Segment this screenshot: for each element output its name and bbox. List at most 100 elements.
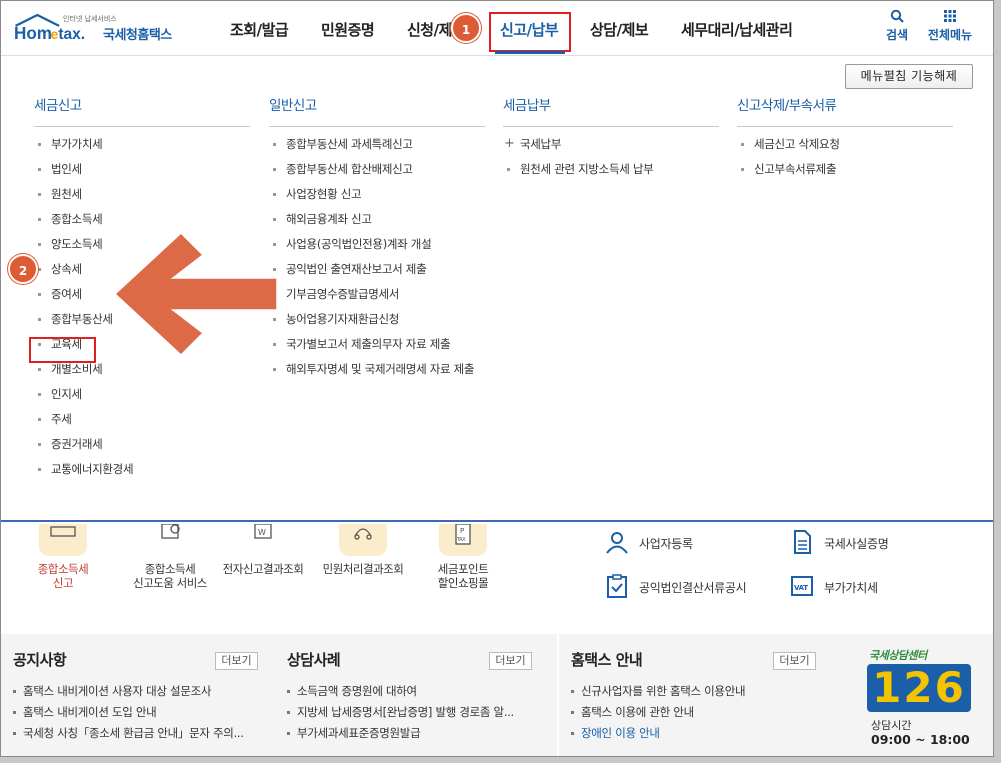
link-label: 사업자등록 xyxy=(639,537,693,551)
header: Hom e tax. 인터넷 납세서비스 국세청홈택스 조회/발급 민원증명 신… xyxy=(1,1,993,56)
all-menu-label: 전체메뉴 xyxy=(927,28,973,42)
menu-item-overseas-account-report[interactable]: 해외금융계좌 신고 xyxy=(269,212,485,237)
quick-income-tax-filing[interactable]: 종합소득세 신고 xyxy=(13,524,113,590)
headset-icon xyxy=(339,524,387,556)
menu-item-local-income-tax-payment[interactable]: 원천세 관련 지방소득세 납부 xyxy=(503,162,719,187)
notice-item[interactable]: 홈택스 내비게이션 도입 안내 xyxy=(13,705,244,726)
search-label: 검색 xyxy=(885,28,909,42)
menu-item-withholding-tax[interactable]: 원천세 xyxy=(34,187,250,212)
svg-text:P: P xyxy=(460,527,464,535)
svg-text:e: e xyxy=(51,26,59,42)
hours-value: 09:00 ~ 18:00 xyxy=(871,732,970,747)
svg-text:Hom: Hom xyxy=(14,24,52,43)
menu-item-corporate-tax[interactable]: 법인세 xyxy=(34,162,250,187)
hometax-logo[interactable]: Hom e tax. 인터넷 납세서비스 국세청홈택스 xyxy=(14,9,199,49)
tax-tag-icon: P TAX xyxy=(439,523,487,556)
quick-label: 전자신고결과조회 xyxy=(222,562,304,576)
won-search-icon: W xyxy=(239,523,287,556)
notice-panel: 공지사항 더보기 홈택스 내비게이션 사용자 대상 설문조사 홈택스 내비게이션… xyxy=(1,634,279,756)
hours-label: 상담시간 xyxy=(871,719,912,732)
step-2-callout: 2 xyxy=(8,254,38,284)
link-vat[interactable]: VAT 부가가치세 xyxy=(791,576,878,596)
logo-tagline: 인터넷 납세서비스 xyxy=(63,15,117,23)
grid-menu-icon xyxy=(944,10,956,22)
quick-civil-result[interactable]: 민원처리결과조회 xyxy=(313,524,413,576)
column-title: 일반신고 xyxy=(269,94,485,127)
menu-item-transport-energy-tax[interactable]: 교통에너지환경세 xyxy=(34,462,250,487)
search-button[interactable]: 검색 xyxy=(867,7,927,43)
call-center-number: 126 xyxy=(872,663,966,712)
menu-item-public-interest-report[interactable]: 공익법인 출연재산보고서 제출 xyxy=(269,262,485,287)
link-public-interest-disclosure[interactable]: 공익법인결산서류공시 xyxy=(607,574,747,598)
notice-title: 공지사항 xyxy=(13,651,67,669)
search-icon xyxy=(890,9,904,23)
collapse-menu-button[interactable]: 메뉴펼침 기능해제 xyxy=(845,64,973,89)
guide-item[interactable]: 장애인 이용 안내 xyxy=(571,726,745,747)
step-1-callout: 1 xyxy=(451,13,481,43)
menu-item-securities-transaction-tax[interactable]: 증권거래세 xyxy=(34,437,250,462)
nav-application[interactable]: 신청/제출 xyxy=(407,19,457,40)
menu-item-national-tax-payment[interactable]: 국세납부 xyxy=(503,136,719,162)
svg-text:tax.: tax. xyxy=(58,26,84,43)
active-nav-underline xyxy=(495,51,565,54)
menu-item-business-status-report[interactable]: 사업장현황 신고 xyxy=(269,187,485,212)
quick-income-tax-help[interactable]: 종합소득세 신고도움 서비스 xyxy=(120,523,220,590)
case-item[interactable]: 부가세과세표준증명원발급 xyxy=(287,726,514,747)
menu-item-country-report-submission[interactable]: 국가별보고서 제출의무자 자료 제출 xyxy=(269,337,485,362)
guide-item[interactable]: 신규사업자를 위한 홈택스 이용안내 xyxy=(571,684,746,705)
menu-item-attachment-submission[interactable]: 신고부속서류제출 xyxy=(737,162,953,187)
call-center-panel: 국세상담센터 126 상담시간 09:00 ~ 18:00 xyxy=(863,634,993,756)
menu-item-overseas-investment-statement[interactable]: 해외투자명세 및 국제거래명세 자료 제출 xyxy=(269,362,485,404)
quick-label: 민원처리결과조회 xyxy=(322,562,404,576)
notice-more-button[interactable]: 더보기 xyxy=(215,652,258,670)
notice-item[interactable]: 홈택스 내비게이션 사용자 대상 설문조사 xyxy=(13,684,244,705)
active-nav-highlight xyxy=(489,12,571,52)
menu-item-individual-consumption-tax[interactable]: 개별소비세 xyxy=(34,362,250,387)
consultation-cases-panel: 상담사례 더보기 소득금액 증명원에 대하여 지방세 납세증명서[완납증명] 발… xyxy=(275,634,557,756)
link-label: 공익법인결산서류공시 xyxy=(639,581,747,595)
svg-text:W: W xyxy=(258,528,266,537)
gift-tax-highlight xyxy=(29,337,96,363)
column-title: 세금납부 xyxy=(503,94,719,127)
quick-efiling-result[interactable]: W 전자신고결과조회 xyxy=(213,523,313,576)
link-tax-fact-certificate[interactable]: 국세사실증명 xyxy=(794,530,889,554)
quick-label: 세금포인트 할인쇼핑몰 xyxy=(437,562,489,590)
hometax-guide-panel: 홈택스 안내 더보기 신규사업자를 위한 홈택스 이용안내 홈택스 이용에 관한… xyxy=(559,634,863,756)
logo-name: 국세청홈택스 xyxy=(103,28,172,43)
menu-item-real-estate-exclusion-filing[interactable]: 종합부동산세 합산배제신고 xyxy=(269,162,485,187)
call-center-number-box: 126 xyxy=(867,664,971,712)
menu-item-farm-equipment-refund[interactable]: 농어업용기자재환급신청 xyxy=(269,312,485,337)
nav-consultation[interactable]: 상담/제보 xyxy=(590,19,649,40)
document-icon xyxy=(794,530,811,554)
quick-label: 종합소득세 신고도움 서비스 xyxy=(133,562,207,590)
nav-tax-agent[interactable]: 세무대리/납세관리 xyxy=(681,19,793,40)
guide-item[interactable]: 홈택스 이용에 관한 안내 xyxy=(571,705,745,726)
call-center-title: 국세상담센터 xyxy=(869,649,927,662)
link-label: 국세사실증명 xyxy=(824,537,889,551)
all-menu-button[interactable]: 전체메뉴 xyxy=(920,7,980,43)
case-item[interactable]: 소득금액 증명원에 대하여 xyxy=(287,684,514,705)
link-business-registration[interactable]: 사업자등록 xyxy=(606,532,693,554)
column-filing-deletion: 신고삭제/부속서류 세금신고 삭제요청 신고부속서류제출 xyxy=(737,94,953,187)
svg-text:VAT: VAT xyxy=(794,584,808,592)
menu-item-liquor-tax[interactable]: 주세 xyxy=(34,412,250,437)
column-title: 신고삭제/부속서류 xyxy=(737,94,953,127)
vat-icon: VAT xyxy=(791,576,813,596)
menu-item-filing-deletion-request[interactable]: 세금신고 삭제요청 xyxy=(737,137,953,162)
menu-item-stamp-tax[interactable]: 인지세 xyxy=(34,387,250,412)
guide-more-button[interactable]: 더보기 xyxy=(773,652,816,670)
nav-inquiry[interactable]: 조회/발급 xyxy=(230,19,289,40)
cases-more-button[interactable]: 더보기 xyxy=(489,652,532,670)
keyboard-icon xyxy=(39,524,87,556)
nav-certificate[interactable]: 민원증명 xyxy=(321,19,375,40)
notice-item[interactable]: 국세청 사칭「종소세 환급금 안내」문자 주의... xyxy=(13,726,244,747)
case-item[interactable]: 지방세 납세증명서[완납증명] 발행 경로좀 알... xyxy=(287,705,514,726)
menu-item-donation-receipt-statement[interactable]: 기부금영수증발급명세서 xyxy=(269,287,485,312)
menu-item-real-estate-special-filing[interactable]: 종합부동산세 과세특례신고 xyxy=(269,137,485,162)
browser-frame: Hom e tax. 인터넷 납세서비스 국세청홈택스 조회/발급 민원증명 신… xyxy=(0,0,994,757)
quick-tax-point-mall[interactable]: P TAX 세금포인트 할인쇼핑몰 xyxy=(413,523,513,590)
menu-item-vat[interactable]: 부가가치세 xyxy=(34,137,250,162)
menu-item-business-account-opening[interactable]: 사업용(공익법인전용)계좌 개설 xyxy=(269,237,485,262)
mega-menu: 메뉴펼침 기능해제 세금신고 부가가치세 법인세 원천세 종합소득세 양도소득세… xyxy=(1,56,993,522)
column-tax-payment: 세금납부 국세납부 원천세 관련 지방소득세 납부 xyxy=(503,94,719,187)
